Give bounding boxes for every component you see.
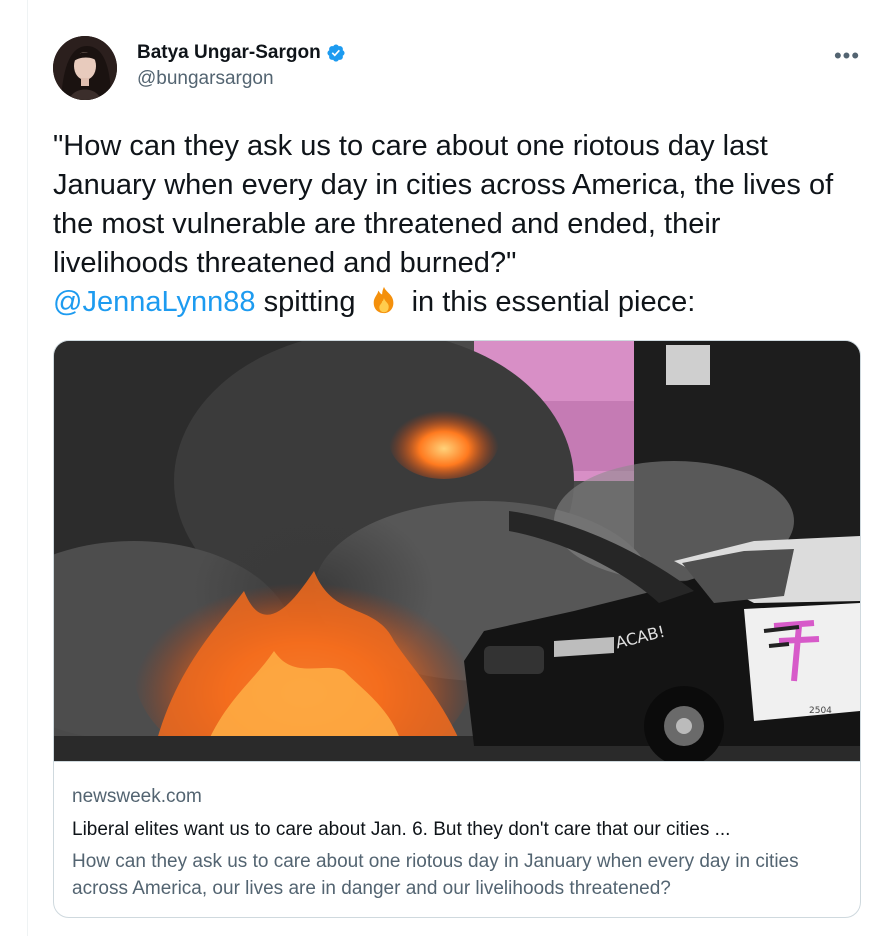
card-image: ACAB! 2504: [54, 341, 860, 762]
link-preview-card[interactable]: ACAB! 2504 newsweek.com Liberal elites w…: [53, 340, 861, 918]
author-display-name[interactable]: Batya Ungar-Sargon: [137, 42, 321, 64]
tweet[interactable]: Batya Ungar-Sargon @bungarsargon ••• "Ho…: [53, 32, 861, 918]
card-title: Liberal elites want us to care about Jan…: [72, 819, 731, 840]
card-description: How can they ask us to care about one ri…: [72, 851, 799, 899]
verified-badge-icon: [327, 44, 345, 62]
card-body: newsweek.com Liberal elites want us to c…: [54, 786, 860, 902]
author-handle[interactable]: @bungarsargon: [137, 68, 346, 90]
fire-emoji-icon: [373, 286, 393, 314]
more-horizontal-icon[interactable]: •••: [833, 45, 861, 67]
tweet-header: Batya Ungar-Sargon @bungarsargon •••: [53, 32, 861, 104]
author-info: Batya Ungar-Sargon @bungarsargon: [137, 42, 346, 90]
tweet-text-body: "How can they ask us to care about one r…: [53, 130, 834, 279]
tweet-text: "How can they ask us to care about one r…: [53, 127, 861, 322]
card-domain: newsweek.com: [72, 786, 202, 807]
name-row: Batya Ungar-Sargon: [137, 42, 346, 64]
mention-link[interactable]: @JennaLynn88: [53, 286, 256, 318]
tweet-text-middle: spitting: [255, 286, 364, 318]
tweet-text-end: in this essential piece:: [403, 286, 696, 318]
car-number-text: 2504: [809, 706, 832, 716]
timeline-divider: [27, 0, 28, 936]
avatar[interactable]: [53, 36, 117, 100]
